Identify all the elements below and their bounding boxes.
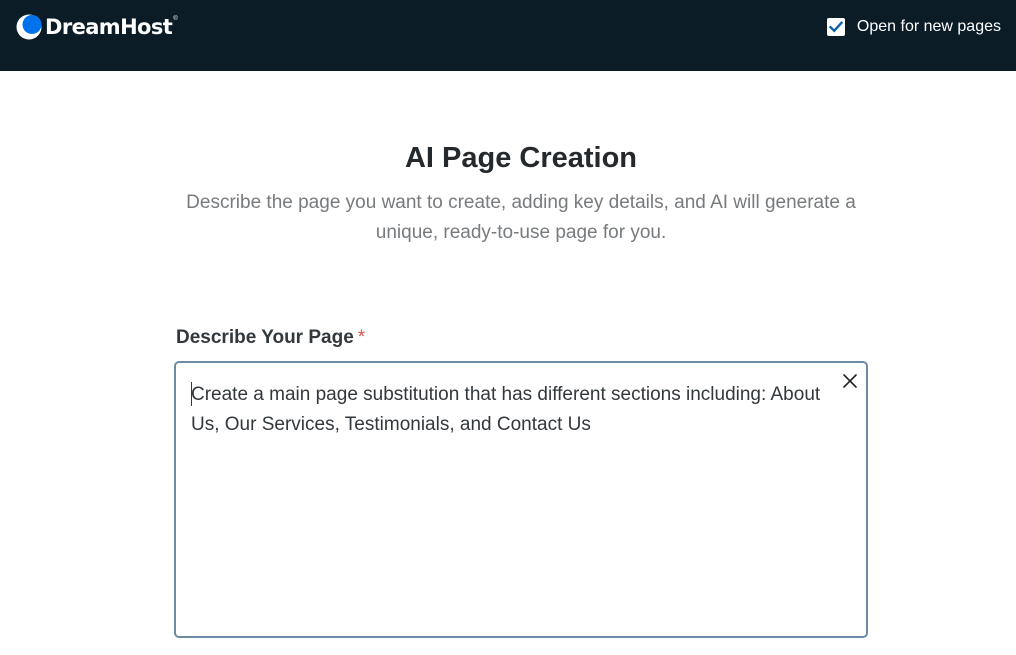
page-subtitle: Describe the page you want to create, ad… [186,192,856,243]
text-caret [191,382,192,406]
close-icon [843,374,857,388]
describe-page-value[interactable]: Create a main page substitution that has… [191,380,821,440]
describe-page-label: Describe Your Page * [176,325,365,351]
required-marker: * [357,327,366,348]
open-for-new-pages-toggle[interactable]: Open for new pages [826,17,1001,37]
describe-page-label-text: Describe Your Page [176,327,354,348]
dreamhost-logo[interactable]: DreamHost ® [16,12,178,42]
clear-text-button[interactable] [840,371,860,391]
dreamhost-moon-icon [16,14,42,40]
open-for-new-pages-checkbox[interactable] [826,18,845,36]
open-for-new-pages-label[interactable]: Open for new pages [857,17,1001,37]
registered-mark: ® [173,16,178,22]
top-bar: DreamHost ® Open for new pages [0,0,1016,71]
describe-page-textarea[interactable]: Create a main page substitution that has… [174,361,868,638]
page-title: AI Page Creation [404,142,638,174]
checkmark-icon [828,21,843,33]
brand-name: DreamHost [45,15,173,39]
